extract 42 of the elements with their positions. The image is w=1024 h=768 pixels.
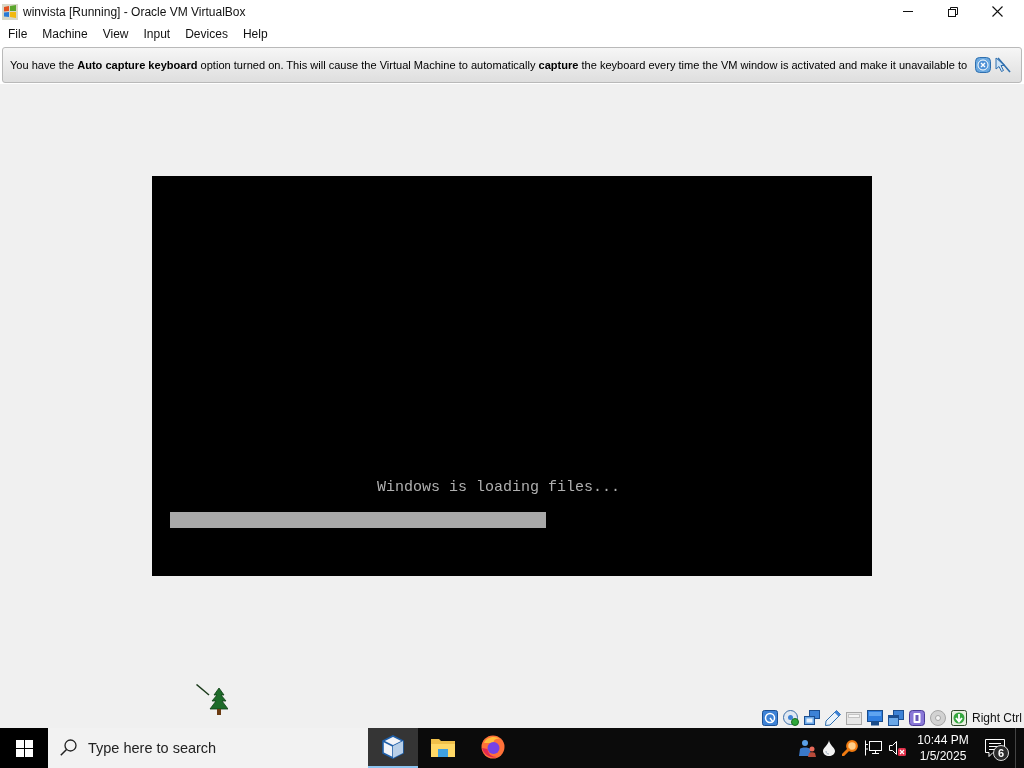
restore-icon (947, 6, 958, 17)
muted-speaker-icon[interactable] (888, 740, 906, 756)
clock[interactable]: 10:44 PM 1/5/2025 (911, 728, 975, 768)
arrow-tile-icon[interactable] (951, 710, 967, 726)
drop-icon[interactable] (822, 740, 835, 756)
tree-cursor-icon (196, 684, 228, 715)
cd-icon[interactable] (783, 710, 799, 726)
menu-item[interactable]: View (95, 24, 136, 44)
host-key-label: Right Ctrl (972, 711, 1022, 725)
taskbar-app-button[interactable] (368, 728, 418, 768)
monitor-icon[interactable] (867, 710, 883, 726)
hard-disk-icon[interactable] (762, 710, 778, 726)
menu-item[interactable]: File (1, 24, 35, 44)
menu-item[interactable]: Input (136, 24, 178, 44)
start-button[interactable] (0, 728, 48, 768)
minimize-icon (902, 11, 913, 12)
notification-count: 6 (993, 745, 1009, 761)
menu-item[interactable]: Help (235, 24, 275, 44)
search-field[interactable]: Type here to search (48, 728, 368, 768)
windows-logo-icon (15, 739, 33, 757)
close-icon (992, 6, 1003, 17)
close-icon[interactable] (975, 57, 991, 73)
folder-icon (431, 737, 455, 757)
action-center-button[interactable]: 6 (975, 728, 1015, 768)
pencil-icon[interactable] (825, 710, 841, 726)
search-icon (60, 739, 77, 756)
people-icon[interactable] (797, 739, 816, 757)
network-icon[interactable] (864, 740, 882, 756)
windows-icon[interactable] (888, 710, 904, 726)
pointer-slash-icon[interactable] (995, 57, 1011, 73)
message-icon (985, 739, 1005, 757)
windows-logo-icon (2, 3, 18, 20)
loading-text: Windows is loading files... (377, 480, 621, 496)
window-title: winvista [Running] - Oracle VM VirtualBox (23, 4, 246, 19)
notification-message: You have the Auto capture keyboard option turned on. This will cause the Virtual Machine to automatically capture the keyboard every time the VM window is activated and make it unavailable to (10, 59, 968, 71)
menu-item[interactable]: Machine (35, 24, 95, 44)
menu-item[interactable]: Devices (178, 24, 235, 44)
magnifier-icon[interactable] (841, 740, 858, 756)
network-icon[interactable] (804, 710, 820, 726)
chip-icon[interactable] (909, 710, 925, 726)
cube-icon (381, 735, 405, 759)
browser-icon (481, 735, 505, 759)
